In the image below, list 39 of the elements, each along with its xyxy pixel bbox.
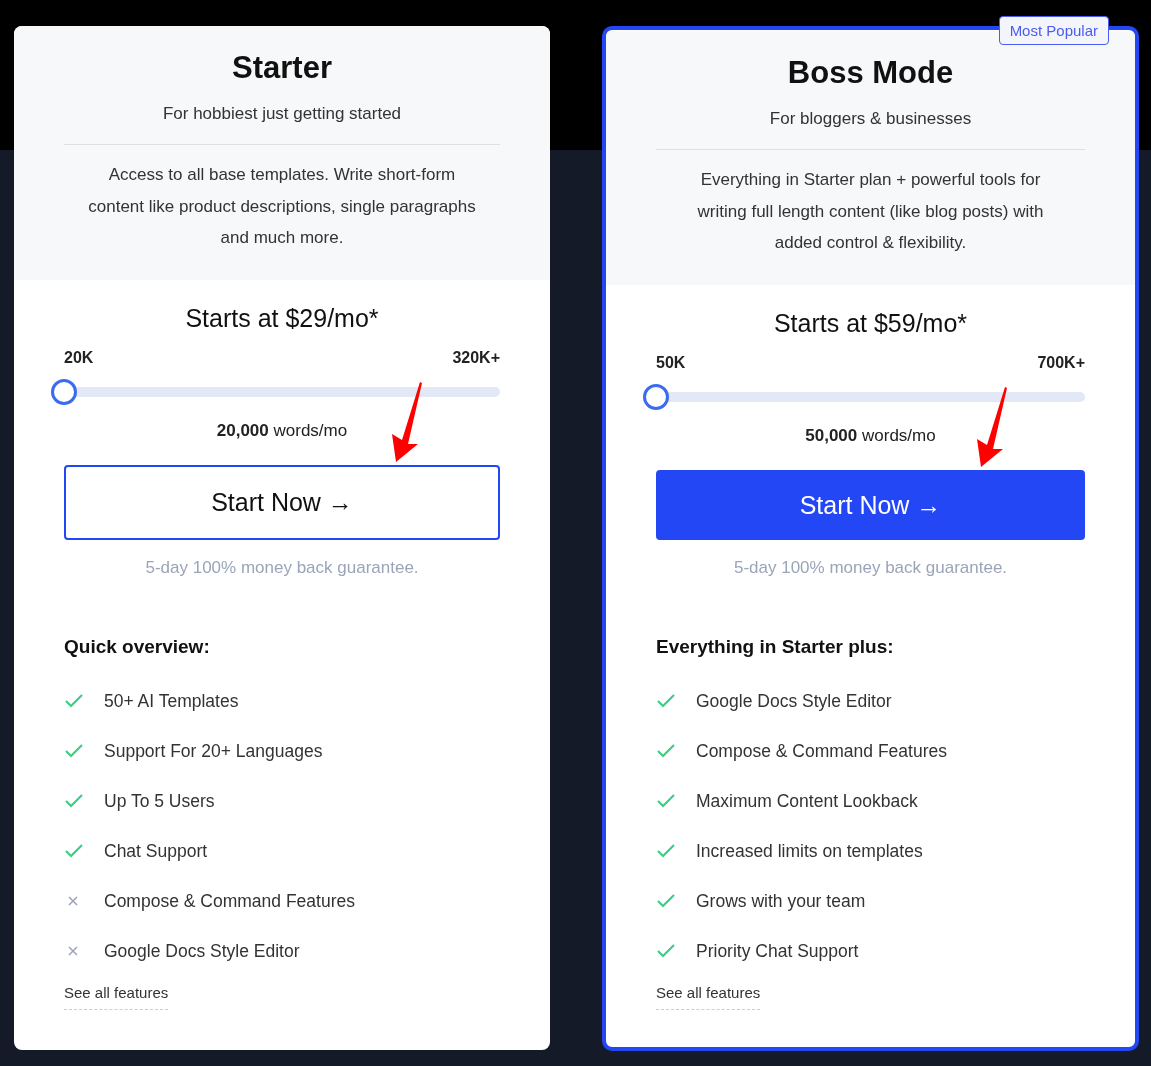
price-label: Starts at $29/mo*: [184, 304, 380, 333]
word-count: 50,000 words/mo: [804, 426, 937, 446]
plan-description: Access to all base templates. Write short-form content like product descriptions, single paragraphs and much more.: [87, 164, 477, 249]
features-heading: Everything in Starter plus:: [656, 636, 895, 658]
plan-title: Starter: [232, 50, 332, 86]
word-slider[interactable]: [643, 384, 1085, 410]
feature-label: Google Docs Style Editor: [104, 940, 300, 962]
word-count: 20,000 words/mo: [215, 421, 349, 441]
plan-description: Everything in Starter plan + powerful tools for writing full length content (like blog posts) with added control & flexibility.: [696, 169, 1045, 254]
plan-tagline: For bloggers & businesses: [656, 109, 1085, 150]
plan-tagline: For hobbiest just getting started: [64, 104, 500, 145]
price-label: Starts at $59/mo*: [772, 309, 969, 338]
popular-badge: Most Popular: [998, 16, 1109, 45]
see-features-link[interactable]: See all features: [64, 984, 169, 1010]
feature-label: Support For 20+ Languages: [104, 740, 323, 762]
see-features-link[interactable]: See all features: [656, 984, 761, 1010]
feature-label: Increased limits on templates: [696, 840, 923, 862]
start-button[interactable]: Start Now →: [656, 470, 1085, 540]
plan-title: Boss Mode: [787, 55, 954, 91]
range-min: 50K: [656, 354, 686, 372]
feature-label: 50+ AI Templates: [104, 690, 239, 712]
slider-thumb[interactable]: [51, 379, 77, 405]
slider-thumb[interactable]: [643, 384, 669, 410]
guarantee-text: 5-day 100% money back guarantee.: [144, 558, 420, 578]
guarantee-text: 5-day 100% money back guarantee.: [732, 558, 1009, 578]
feature-label: Maximum Content Lookback: [696, 790, 918, 812]
feature-label: Priority Chat Support: [696, 940, 859, 962]
feature-label: Up To 5 Users: [104, 790, 215, 812]
feature-label: Google Docs Style Editor: [696, 690, 892, 712]
start-button[interactable]: Start Now →: [64, 465, 500, 540]
range-min: 20K: [64, 349, 94, 367]
feature-label: Compose & Command Features: [696, 740, 947, 762]
features-heading: Quick overview:: [64, 636, 211, 658]
feature-label: Compose & Command Features: [104, 890, 355, 912]
feature-label: Grows with your team: [696, 890, 866, 912]
range-max: 320K+: [452, 349, 500, 367]
feature-label: Chat Support: [104, 840, 208, 862]
range-max: 700K+: [1037, 354, 1085, 372]
word-slider[interactable]: [51, 379, 500, 405]
